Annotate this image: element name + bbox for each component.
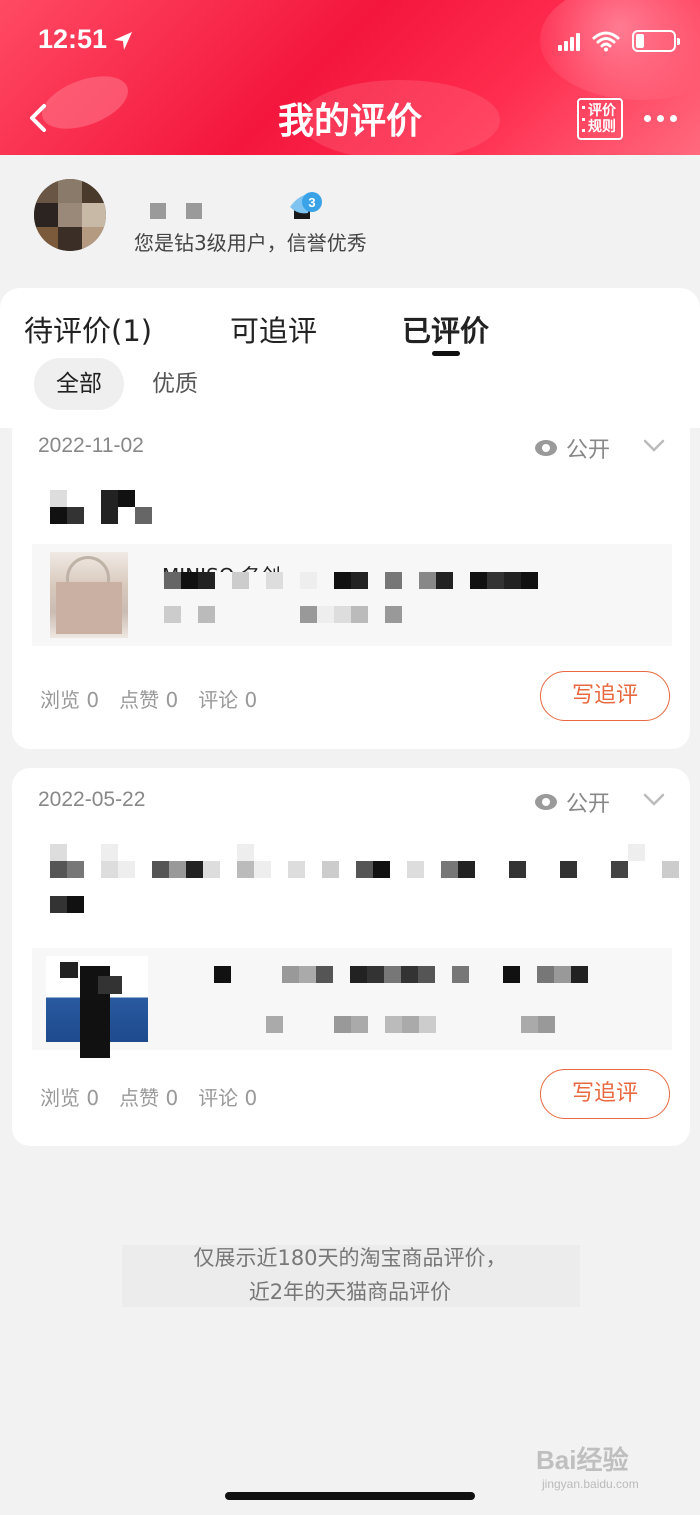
more-icon[interactable] [644, 108, 684, 128]
review-text-pixelated [50, 861, 679, 878]
watermark-brand: Bai经验 [536, 1445, 629, 1475]
review-list-panel: 待评价(1) 可追评 已评价 全部 优质 2022-11-02 公开 浏览 0 … [0, 288, 700, 1515]
product-thumbnail [46, 956, 148, 1058]
eye-icon [534, 440, 557, 456]
product-summary[interactable] [32, 948, 672, 1058]
diamond-level-badge-icon: 3 [290, 192, 322, 214]
active-tab-indicator [432, 351, 460, 356]
rules-label-line1: 评价 [588, 103, 616, 119]
tab-reviewed[interactable]: 已评价 [402, 308, 489, 350]
home-indicator[interactable] [225, 1492, 475, 1500]
review-date: 2022-11-02 [38, 434, 144, 457]
wifi-icon [592, 31, 620, 52]
review-card: 2022-05-22 公开 浏览 0 点赞 0 评论 0 写追评 [12, 768, 690, 1146]
product-title-pixelated [214, 966, 588, 983]
review-text-pixelated [50, 844, 662, 861]
review-stats: 浏览 0 点赞 0 评论 0 [40, 684, 257, 713]
username-pixelated [150, 203, 310, 219]
review-card: 2022-11-02 公开 MINISO 名创 [12, 414, 690, 749]
status-indicators [558, 30, 680, 52]
visibility-toggle[interactable]: 公开 [534, 432, 610, 464]
write-follow-up-button[interactable]: 写追评 [540, 671, 670, 721]
product-thumbnail [50, 552, 128, 638]
avatar[interactable] [34, 179, 106, 251]
rules-label-line2: 规则 [588, 119, 616, 135]
location-arrow-icon [114, 32, 132, 50]
review-rules-button[interactable]: 评价 规则 [577, 98, 623, 140]
chevron-down-icon[interactable] [642, 438, 666, 454]
product-spec-pixelated [164, 606, 402, 623]
views-count: 浏览 0 [40, 688, 100, 712]
tabs-panel: 待评价(1) 可追评 已评价 全部 优质 [0, 288, 700, 428]
notice-line-2: 近2年的天猫商品评价 [248, 1280, 452, 1304]
likes-count: 点赞 0 [119, 688, 179, 712]
tab-follow-up-review[interactable]: 可追评 [230, 308, 317, 350]
review-text-pixelated [50, 507, 152, 524]
battery-icon [632, 30, 680, 52]
watermark-url: jingyan.baidu.com [542, 1477, 639, 1491]
product-summary[interactable]: MINISO 名创 [32, 544, 672, 646]
comments-count: 评论 0 [198, 1086, 258, 1110]
views-count: 浏览 0 [40, 1086, 100, 1110]
write-follow-up-button[interactable]: 写追评 [540, 1069, 670, 1119]
notice-line-1: 仅展示近180天的淘宝商品评价， [193, 1246, 507, 1270]
watermark-logo: Bai经验 jingyan.baidu.com [536, 1440, 639, 1491]
review-stats: 浏览 0 点赞 0 评论 0 [40, 1082, 257, 1111]
product-title-pixelated [164, 572, 538, 589]
level-badge-number: 3 [308, 195, 315, 210]
review-date: 2022-05-22 [38, 788, 146, 811]
status-time: 12:51 [38, 24, 108, 54]
product-spec-pixelated [266, 1016, 555, 1033]
review-text-pixelated [50, 896, 84, 913]
chevron-down-icon[interactable] [642, 792, 666, 808]
filter-quality-chip[interactable]: 优质 [130, 358, 220, 410]
visibility-toggle[interactable]: 公开 [534, 786, 610, 818]
review-text-pixelated [50, 490, 135, 507]
visibility-label: 公开 [565, 438, 610, 463]
header-bar: 12:51 我的评价 评价 规则 [0, 0, 700, 155]
user-profile: 3 您是钻3级用户，信誉优秀 [0, 155, 700, 290]
user-credit-description: 您是钻3级用户，信誉优秀 [134, 231, 367, 255]
signal-icon [558, 31, 580, 51]
filter-all-chip[interactable]: 全部 [34, 358, 124, 410]
tab-pending-review[interactable]: 待评价(1) [24, 308, 152, 350]
comments-count: 评论 0 [198, 688, 258, 712]
eye-icon [534, 794, 557, 810]
likes-count: 点赞 0 [119, 1086, 179, 1110]
visibility-label: 公开 [565, 792, 610, 817]
